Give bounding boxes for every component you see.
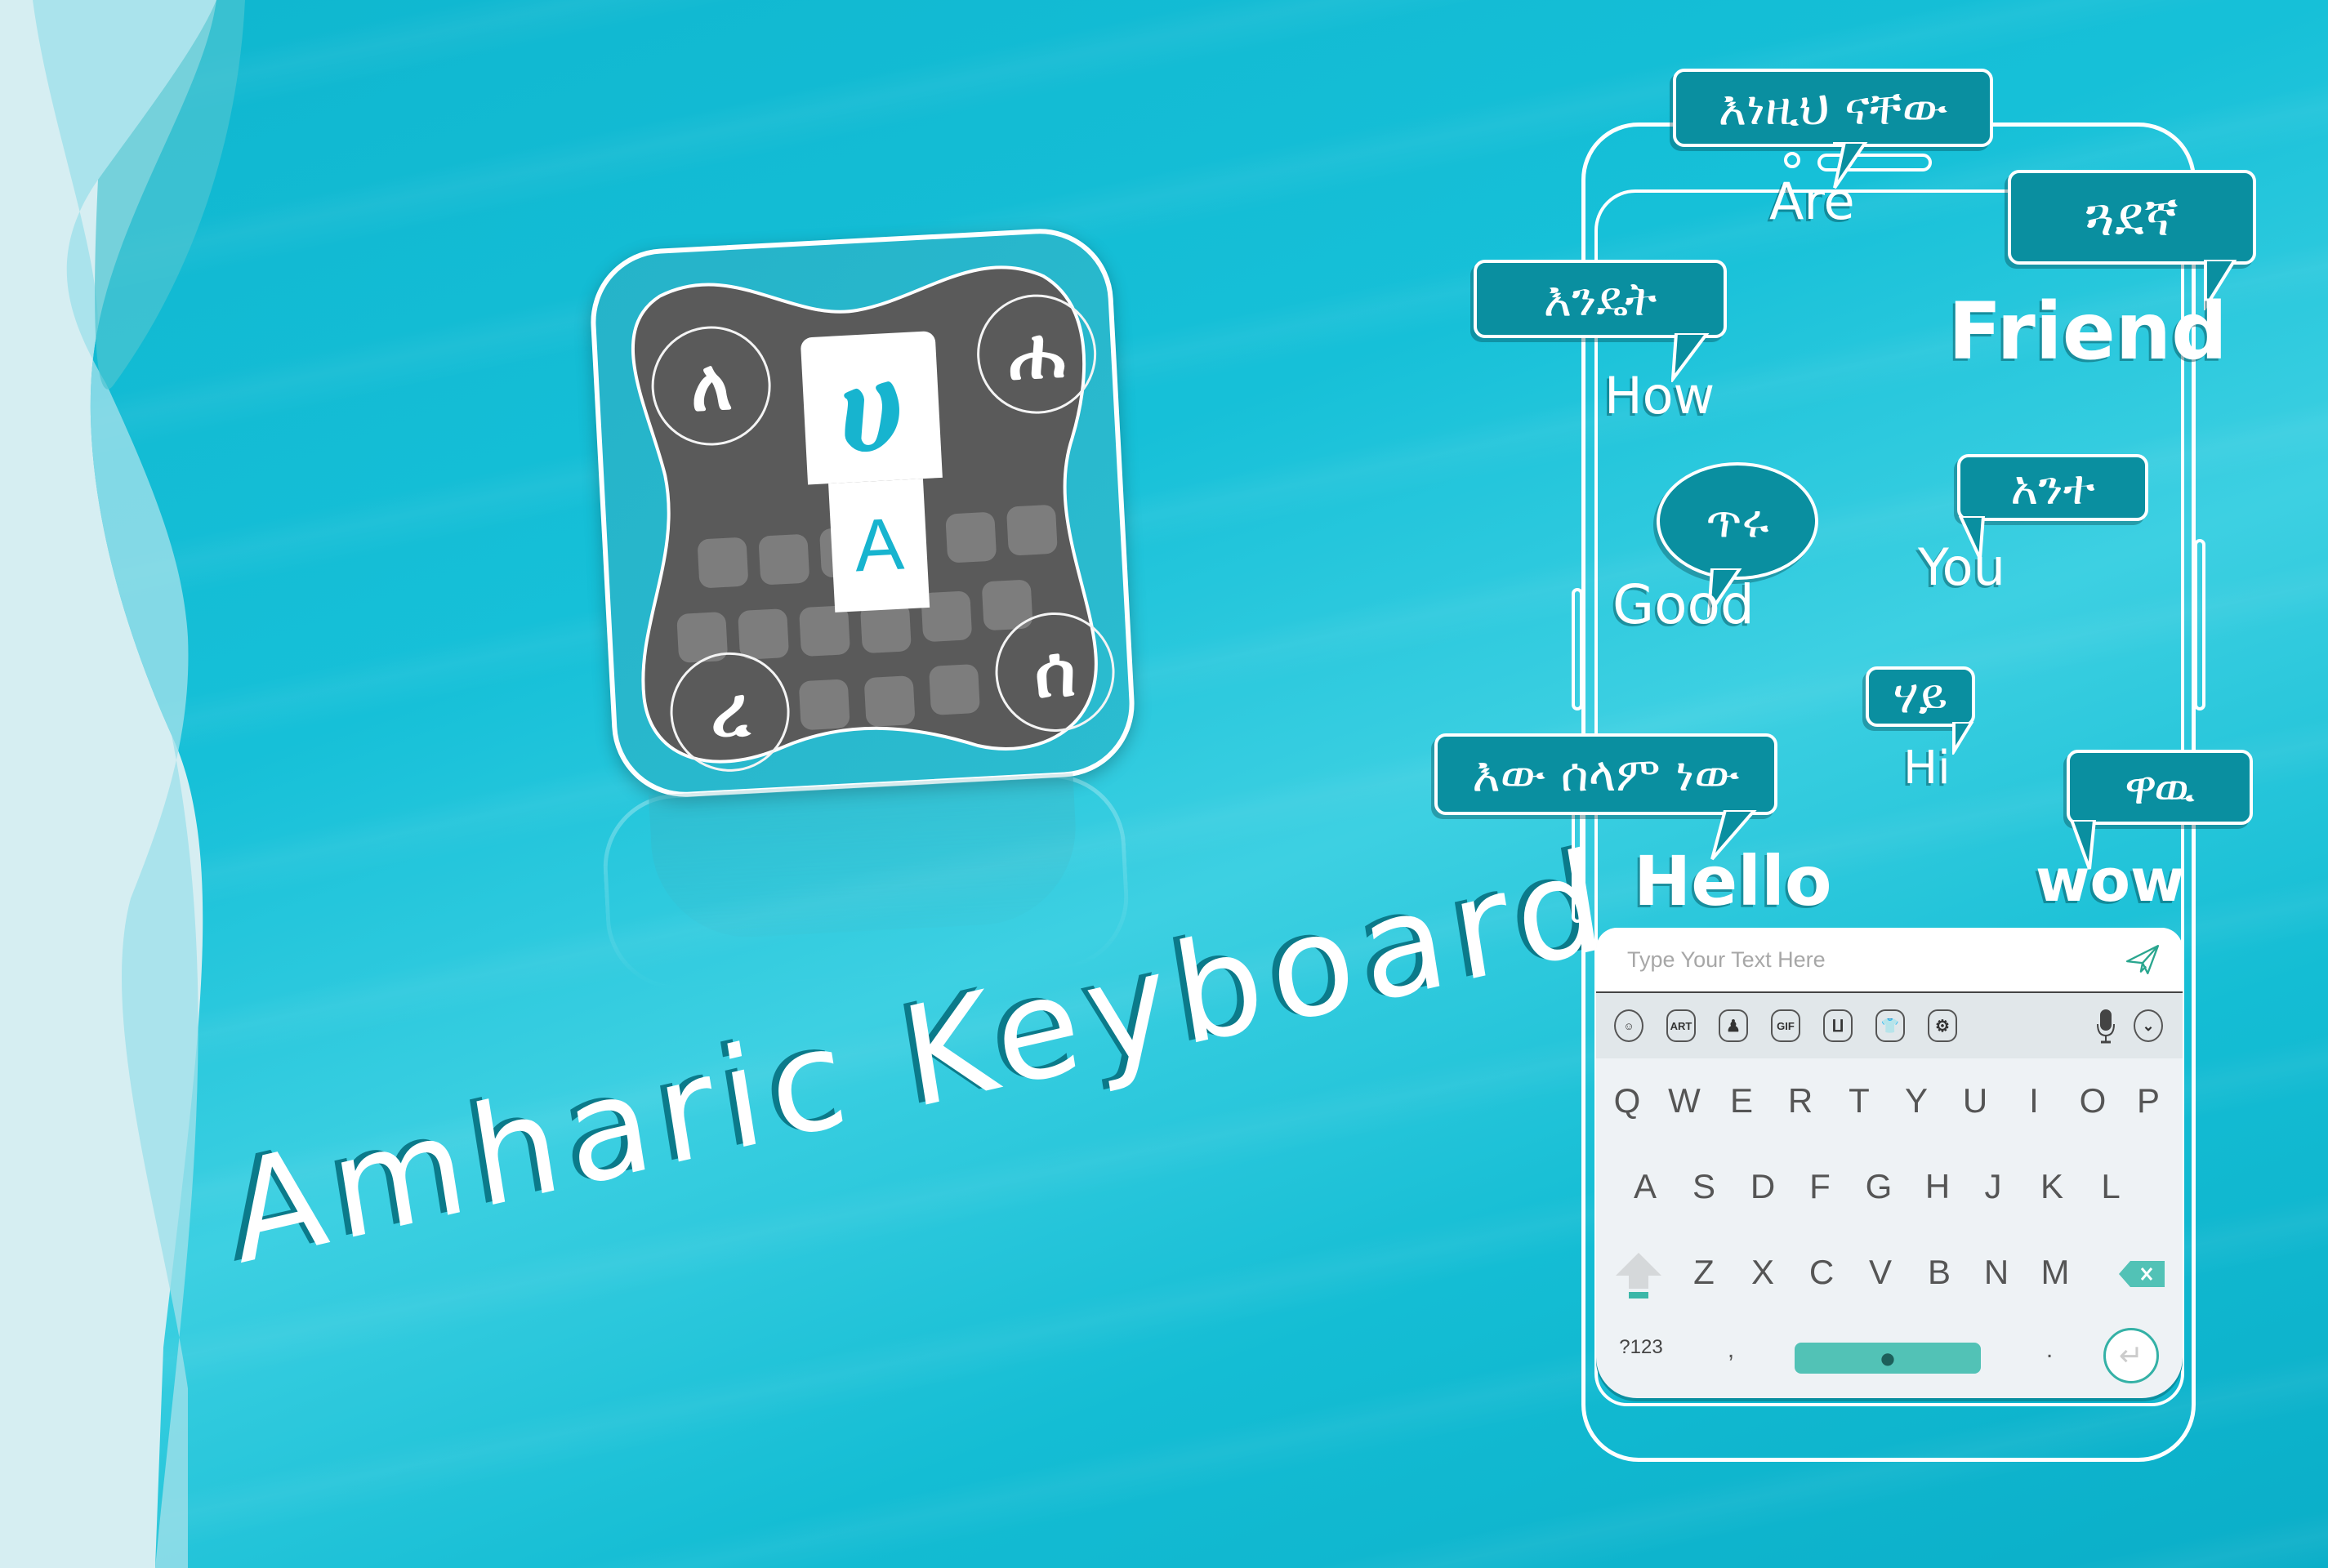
keyboard-panel: Type Your Text Here ☺ ART ♟ GIF ⵡ 👕 ⚙ ⌄ …	[1596, 928, 2183, 1398]
bubble-how: እንዴት	[1474, 260, 1727, 338]
key-a[interactable]: A	[1621, 1167, 1670, 1206]
key-i[interactable]: I	[2009, 1081, 2058, 1120]
period-key[interactable]: .	[2037, 1336, 2062, 1364]
shift-icon[interactable]	[1616, 1253, 1661, 1300]
text-input[interactable]: Type Your Text Here	[1596, 928, 2183, 993]
key-x[interactable]: X	[1738, 1253, 1787, 1292]
word-wow: wow	[2036, 846, 2185, 915]
key-o[interactable]: O	[2068, 1081, 2117, 1120]
key-j[interactable]: J	[1969, 1167, 2018, 1206]
key-s[interactable]: S	[1679, 1167, 1728, 1206]
keyboard-toolbar: ☺ ART ♟ GIF ⵡ 👕 ⚙ ⌄	[1596, 993, 2183, 1058]
key-l[interactable]: L	[2086, 1167, 2135, 1206]
globe-icon: ●	[1880, 1348, 1895, 1368]
mic-icon[interactable]	[2096, 1009, 2116, 1044]
key-h[interactable]: H	[1913, 1167, 1962, 1206]
keyboard-row-2: A S D F G H J K L	[1596, 1167, 2183, 1232]
bubble-hi: ሃይ	[1866, 666, 1975, 727]
gif-icon[interactable]: GIF	[1771, 1009, 1800, 1042]
theme-icon[interactable]: 👕	[1875, 1009, 1905, 1042]
bubble-hello: እው ሰላም ነው	[1434, 733, 1777, 815]
backspace-icon[interactable]	[2119, 1261, 2165, 1287]
key-r[interactable]: R	[1776, 1081, 1825, 1120]
enter-arrow-icon: ↵	[2118, 1339, 2144, 1373]
art-icon[interactable]: ART	[1666, 1009, 1696, 1042]
key-v[interactable]: V	[1856, 1253, 1905, 1292]
key-tag: ሀ A	[800, 331, 950, 615]
word-hello: Hello	[1634, 841, 1832, 921]
key-tag-amharic: ሀ	[800, 331, 943, 485]
enter-key[interactable]: ↵	[2103, 1328, 2159, 1383]
key-g[interactable]: G	[1854, 1167, 1903, 1206]
key-e[interactable]: E	[1717, 1081, 1766, 1120]
left-wave-decoration	[0, 0, 245, 1568]
word-you: You	[1918, 537, 2005, 597]
app-icon[interactable]: ለ ሐ ረ ሰ ሀ A	[586, 225, 1139, 801]
key-k[interactable]: K	[2027, 1167, 2076, 1206]
word-how: How	[1604, 366, 1715, 425]
key-p[interactable]: P	[2124, 1081, 2173, 1120]
kaomoji-icon[interactable]: ⵡ	[1823, 1009, 1853, 1042]
word-friend: Friend	[1948, 286, 2228, 377]
key-tag-latin: A	[828, 479, 930, 612]
collapse-chevron-icon[interactable]: ⌄	[2134, 1009, 2163, 1042]
key-q[interactable]: Q	[1603, 1081, 1652, 1120]
key-z[interactable]: Z	[1679, 1253, 1728, 1292]
word-are: Are	[1769, 172, 1855, 231]
bubble-good: ጥሩ	[1657, 462, 1818, 580]
comma-key[interactable]: ,	[1719, 1336, 1743, 1364]
key-y[interactable]: Y	[1892, 1081, 1941, 1120]
key-c[interactable]: C	[1797, 1253, 1846, 1292]
key-f[interactable]: F	[1795, 1167, 1844, 1206]
bubble-tail	[1952, 722, 1974, 755]
key-w[interactable]: W	[1660, 1081, 1709, 1120]
send-icon[interactable]	[2125, 942, 2160, 977]
key-u[interactable]: U	[1951, 1081, 2000, 1120]
keyboard-row-3: Z X C V B N M	[1596, 1253, 2183, 1318]
sticker-icon[interactable]: ♟	[1719, 1009, 1748, 1042]
bubble-wow: ዋዉ	[2067, 750, 2253, 825]
key-m[interactable]: M	[2031, 1253, 2080, 1292]
key-b[interactable]: B	[1915, 1253, 1964, 1292]
word-hi: Hi	[1903, 742, 1951, 795]
key-t[interactable]: T	[1835, 1081, 1884, 1120]
bubble-are: እነዚህ ናቸው	[1673, 69, 1993, 147]
spacebar[interactable]: ●	[1795, 1343, 1981, 1374]
emoji-icon[interactable]: ☺	[1614, 1009, 1643, 1042]
phone-power-button	[2194, 539, 2205, 710]
phone-camera-icon	[1784, 152, 1800, 168]
key-d[interactable]: D	[1738, 1167, 1787, 1206]
settings-icon[interactable]: ⚙	[1928, 1009, 1957, 1042]
bubble-friend: ጓደኛ	[2008, 170, 2256, 265]
phone-volume-up-button	[1572, 588, 1583, 710]
keyboard-row-1: Q W E R T Y U I O P	[1596, 1081, 2183, 1147]
text-input-placeholder: Type Your Text Here	[1627, 947, 1826, 972]
symbols-key[interactable]: ?123	[1612, 1336, 1670, 1359]
key-n[interactable]: N	[1972, 1253, 2021, 1292]
word-good: Good	[1612, 573, 1755, 636]
bubble-you: አንተ	[1957, 454, 2148, 521]
